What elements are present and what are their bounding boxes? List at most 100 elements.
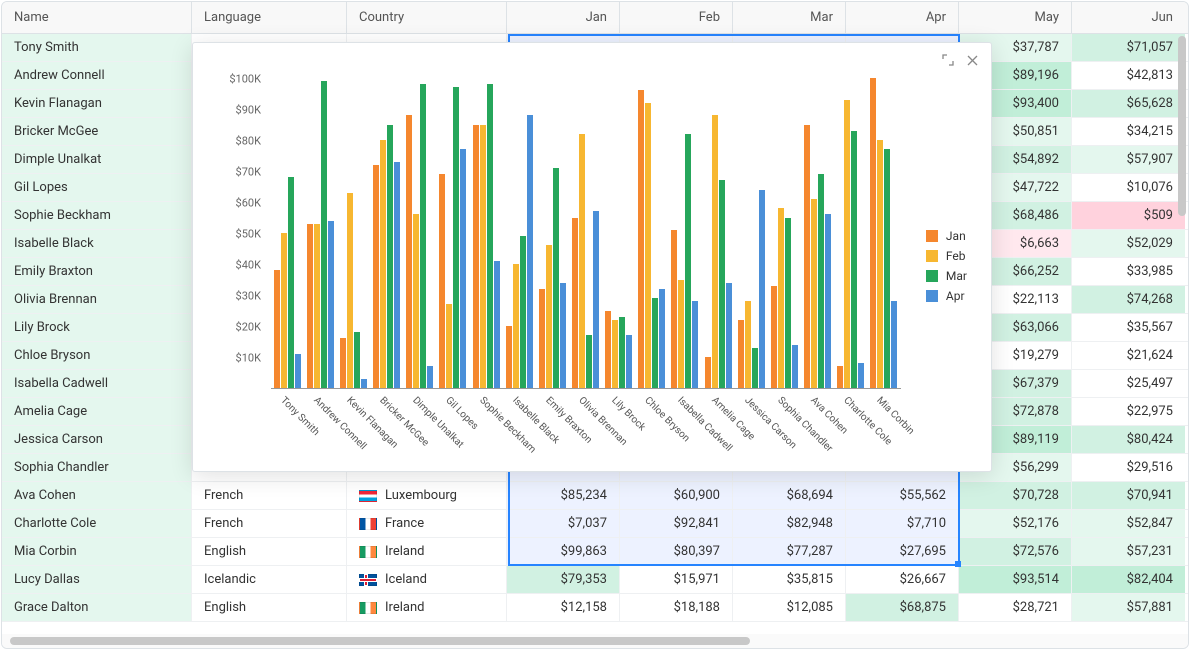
col-header-name[interactable]: Name bbox=[2, 2, 192, 33]
cell-feb[interactable]: $15,971 bbox=[620, 566, 733, 593]
cell-name[interactable]: Lucy Dallas bbox=[2, 566, 192, 593]
cell-jun[interactable]: $52,847 bbox=[1072, 510, 1185, 537]
cell-language[interactable]: English bbox=[192, 538, 347, 565]
col-header-apr[interactable]: Apr bbox=[846, 2, 959, 33]
cell-mar[interactable]: $35,815 bbox=[733, 566, 846, 593]
cell-jan[interactable]: $12,158 bbox=[507, 594, 620, 621]
cell-country[interactable]: Ireland bbox=[347, 594, 507, 621]
cell-mar[interactable]: $77,287 bbox=[733, 538, 846, 565]
cell-jun[interactable]: $74,268 bbox=[1072, 286, 1185, 313]
col-header-language[interactable]: Language bbox=[192, 2, 347, 33]
cell-feb[interactable]: $92,841 bbox=[620, 510, 733, 537]
cell-name[interactable]: Mia Corbin bbox=[2, 538, 192, 565]
cell-apr[interactable]: $55,562 bbox=[846, 482, 959, 509]
cell-may[interactable]: $72,576 bbox=[959, 538, 1072, 565]
cell-jun[interactable]: $33,985 bbox=[1072, 258, 1185, 285]
cell-jun[interactable]: $25,497 bbox=[1072, 370, 1185, 397]
cell-apr[interactable]: $26,667 bbox=[846, 566, 959, 593]
cell-may[interactable]: $52,176 bbox=[959, 510, 1072, 537]
cell-jun[interactable]: $57,881 bbox=[1072, 594, 1185, 621]
cell-name[interactable]: Kevin Flanagan bbox=[2, 90, 192, 117]
col-header-may[interactable]: May bbox=[959, 2, 1072, 33]
cell-name[interactable]: Isabella Cadwell bbox=[2, 370, 192, 397]
cell-mar[interactable]: $82,948 bbox=[733, 510, 846, 537]
x-tick-label: Sophie Beckham bbox=[477, 395, 537, 455]
cell-apr[interactable]: $7,710 bbox=[846, 510, 959, 537]
cell-mar[interactable]: $12,085 bbox=[733, 594, 846, 621]
cell-jun[interactable]: $22,975 bbox=[1072, 398, 1185, 425]
bar bbox=[494, 261, 500, 388]
cell-may[interactable]: $70,728 bbox=[959, 482, 1072, 509]
cell-name[interactable]: Andrew Connell bbox=[2, 62, 192, 89]
cell-jun[interactable]: $82,404 bbox=[1072, 566, 1185, 593]
cell-name[interactable]: Chloe Bryson bbox=[2, 342, 192, 369]
cell-language[interactable]: Icelandic bbox=[192, 566, 347, 593]
bar bbox=[553, 168, 559, 388]
cell-name[interactable]: Lily Brock bbox=[2, 314, 192, 341]
cell-jun[interactable]: $21,624 bbox=[1072, 342, 1185, 369]
col-header-country[interactable]: Country bbox=[347, 2, 507, 33]
cell-name[interactable]: Bricker McGee bbox=[2, 118, 192, 145]
cell-may[interactable]: $93,514 bbox=[959, 566, 1072, 593]
cell-name[interactable]: Isabelle Black bbox=[2, 230, 192, 257]
cell-name[interactable]: Charlotte Cole bbox=[2, 510, 192, 537]
cell-feb[interactable]: $18,188 bbox=[620, 594, 733, 621]
cell-apr[interactable]: $68,875 bbox=[846, 594, 959, 621]
cell-country[interactable]: Ireland bbox=[347, 538, 507, 565]
cell-jun[interactable]: $34,215 bbox=[1072, 118, 1185, 145]
col-header-feb[interactable]: Feb bbox=[620, 2, 733, 33]
cell-name[interactable]: Ava Cohen bbox=[2, 482, 192, 509]
cell-name[interactable]: Amelia Cage bbox=[2, 398, 192, 425]
cell-name[interactable]: Sophia Chandler bbox=[2, 454, 192, 481]
cell-name[interactable]: Sophie Beckham bbox=[2, 202, 192, 229]
table-row[interactable]: Mia CorbinEnglishIreland$99,863$80,397$7… bbox=[2, 538, 1188, 566]
cell-name[interactable]: Tony Smith bbox=[2, 34, 192, 61]
table-row[interactable]: Lucy DallasIcelandicIceland$79,353$15,97… bbox=[2, 566, 1188, 594]
cell-jun[interactable]: $65,628 bbox=[1072, 90, 1185, 117]
cell-language[interactable]: French bbox=[192, 510, 347, 537]
table-row[interactable]: Grace DaltonEnglishIreland$12,158$18,188… bbox=[2, 594, 1188, 622]
cell-name[interactable]: Jessica Carson bbox=[2, 426, 192, 453]
bar bbox=[487, 84, 493, 388]
table-row[interactable]: Ava CohenFrenchLuxembourg$85,234$60,900$… bbox=[2, 482, 1188, 510]
cell-jun[interactable]: $35,567 bbox=[1072, 314, 1185, 341]
cell-jun[interactable]: $52,029 bbox=[1072, 230, 1185, 257]
cell-country[interactable]: Iceland bbox=[347, 566, 507, 593]
cell-language[interactable]: French bbox=[192, 482, 347, 509]
vertical-scrollbar-thumb[interactable] bbox=[1178, 36, 1186, 216]
cell-country[interactable]: France bbox=[347, 510, 507, 537]
cell-jun[interactable]: $10,076 bbox=[1072, 174, 1185, 201]
cell-jun[interactable]: $80,424 bbox=[1072, 426, 1185, 453]
horizontal-scrollbar-track[interactable] bbox=[2, 634, 1188, 648]
col-header-jan[interactable]: Jan bbox=[507, 2, 620, 33]
col-header-mar[interactable]: Mar bbox=[733, 2, 846, 33]
col-header-jun[interactable]: Jun bbox=[1072, 2, 1185, 33]
cell-name[interactable]: Grace Dalton bbox=[2, 594, 192, 621]
cell-feb[interactable]: $60,900 bbox=[620, 482, 733, 509]
cell-jan[interactable]: $85,234 bbox=[507, 482, 620, 509]
cell-jan[interactable]: $79,353 bbox=[507, 566, 620, 593]
cell-jan[interactable]: $7,037 bbox=[507, 510, 620, 537]
cell-jun[interactable]: $509 bbox=[1072, 202, 1185, 229]
cell-country[interactable]: Luxembourg bbox=[347, 482, 507, 509]
cell-may[interactable]: $28,721 bbox=[959, 594, 1072, 621]
cell-mar[interactable]: $68,694 bbox=[733, 482, 846, 509]
cell-jun[interactable]: $29,516 bbox=[1072, 454, 1185, 481]
cell-language[interactable]: English bbox=[192, 594, 347, 621]
cell-name[interactable]: Olivia Brennan bbox=[2, 286, 192, 313]
cell-jun[interactable]: $71,057 bbox=[1072, 34, 1185, 61]
table-row[interactable]: Charlotte ColeFrenchFrance$7,037$92,841$… bbox=[2, 510, 1188, 538]
cell-name[interactable]: Dimple Unalkat bbox=[2, 146, 192, 173]
cell-name[interactable]: Emily Braxton bbox=[2, 258, 192, 285]
cell-jun[interactable]: $57,907 bbox=[1072, 146, 1185, 173]
cell-jun[interactable]: $42,813 bbox=[1072, 62, 1185, 89]
close-icon[interactable] bbox=[965, 53, 979, 67]
cell-feb[interactable]: $80,397 bbox=[620, 538, 733, 565]
cell-name[interactable]: Gil Lopes bbox=[2, 174, 192, 201]
cell-apr[interactable]: $27,695 bbox=[846, 538, 959, 565]
cell-jan[interactable]: $99,863 bbox=[507, 538, 620, 565]
expand-icon[interactable] bbox=[941, 53, 955, 67]
cell-jun[interactable]: $70,941 bbox=[1072, 482, 1185, 509]
horizontal-scrollbar-thumb[interactable] bbox=[10, 637, 750, 645]
cell-jun[interactable]: $57,231 bbox=[1072, 538, 1185, 565]
